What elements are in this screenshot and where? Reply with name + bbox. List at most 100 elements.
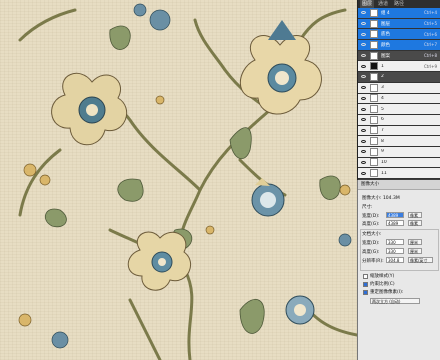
layer-row[interactable]: 3 [358, 82, 440, 94]
pixel-height-field[interactable]: 4389 [386, 220, 404, 226]
visibility-eye-icon[interactable] [360, 95, 367, 102]
layer-name[interactable]: 3 [381, 85, 437, 90]
layer-name[interactable]: 10 [381, 160, 437, 165]
layer-thumbnail [370, 72, 378, 81]
layer-row[interactable]: 1 Ctrl+9 [358, 61, 440, 73]
layer-shortcut: Ctrl+8 [423, 53, 437, 59]
layer-thumbnail [370, 147, 378, 156]
pixel-height-unit-select[interactable]: 像素 [408, 220, 422, 226]
layer-thumbnail [370, 30, 378, 39]
doc-height-field[interactable]: 330 [386, 248, 404, 254]
layer-name[interactable]: 9 [381, 149, 437, 154]
layer-row[interactable]: 11 [358, 168, 440, 179]
tab-paths[interactable]: 路径 [392, 0, 406, 8]
constrain-proportions-checkbox[interactable] [363, 282, 368, 287]
layer-row[interactable]: 10 [358, 157, 440, 169]
layer-row[interactable]: 图层 Ctrl+5 [358, 18, 440, 30]
layer-name[interactable]: 6 [381, 117, 437, 122]
resolution-unit-select[interactable]: 像素/英寸 [408, 257, 433, 263]
resample-method-select[interactable]: 两次立方 (自动) [370, 298, 420, 304]
layer-name[interactable]: 5 [381, 107, 437, 112]
layers-panel-tabs: 图层 通道 路径 [358, 0, 440, 8]
layer-row[interactable]: 7 [358, 125, 440, 137]
layer-row[interactable]: 5 [358, 104, 440, 115]
layer-thumbnail [370, 51, 378, 60]
layer-row[interactable]: 9 [358, 146, 440, 158]
visibility-eye-icon[interactable] [360, 127, 367, 134]
layer-row[interactable]: 图案 Ctrl+8 [358, 50, 440, 62]
layer-row[interactable]: 组 4 Ctrl+4 [358, 8, 440, 19]
pixel-width-unit-select[interactable]: 像素 [408, 212, 422, 218]
visibility-eye-icon[interactable] [360, 31, 367, 38]
layer-row[interactable]: 6 [358, 114, 440, 126]
layer-thumbnail [370, 94, 378, 103]
layer-thumbnail [370, 19, 378, 28]
layer-name[interactable]: 11 [381, 171, 437, 176]
layer-row[interactable]: 底色 Ctrl+6 [358, 29, 440, 41]
visibility-eye-icon[interactable] [360, 9, 367, 16]
layer-row[interactable]: 2 [358, 72, 440, 83]
layer-thumbnail [370, 158, 378, 167]
layer-row[interactable]: 颜色 Ctrl+7 [358, 40, 440, 51]
layer-name[interactable]: 7 [381, 128, 437, 133]
layers-panel: 图层 通道 路径 组 4 Ctrl+4 图层 Ctrl+5 底色 Ctrl+6 颜色 Ctrl… [357, 0, 440, 180]
visibility-eye-icon[interactable] [360, 20, 367, 27]
resolution-field[interactable]: 304.8 [386, 257, 404, 263]
layer-shortcut: Ctrl+4 [423, 10, 437, 16]
layer-row[interactable]: 4 [358, 93, 440, 105]
layer-thumbnail [370, 126, 378, 135]
pixel-width-label: 宽度(D): [362, 214, 380, 219]
resolution-label: 分辨率(R): [362, 259, 384, 264]
visibility-eye-icon[interactable] [360, 84, 367, 91]
layer-thumbnail [370, 169, 378, 178]
layer-thumbnail [370, 83, 378, 92]
visibility-eye-icon[interactable] [360, 138, 367, 145]
layer-name[interactable]: 2 [381, 74, 437, 79]
visibility-eye-icon[interactable] [360, 63, 367, 70]
resample-label: 重定图像像素(I): [370, 290, 404, 295]
layer-list: 组 4 Ctrl+4 图层 Ctrl+5 底色 Ctrl+6 颜色 Ctrl+7 图案 Ctrl+… [358, 8, 440, 179]
pixel-width-field[interactable]: 4389 [386, 212, 404, 218]
doc-width-field[interactable]: 330 [386, 239, 404, 245]
layer-thumbnail [370, 137, 378, 146]
doc-height-unit-select[interactable]: 厘米 [408, 248, 422, 254]
layer-name[interactable]: 图层 [381, 21, 424, 27]
document-canvas[interactable] [0, 0, 357, 360]
visibility-eye-icon[interactable] [360, 52, 367, 59]
doc-height-label: 高度(G): [362, 250, 380, 255]
scale-styles-checkbox[interactable] [363, 274, 368, 279]
image-size-readout: 图像大小: 104.3M [362, 196, 400, 201]
layer-name[interactable]: 4 [381, 96, 437, 101]
layer-name[interactable]: 颜色 [381, 42, 424, 48]
constrain-proportions-label: 约束比例(C) [370, 282, 395, 287]
layer-name[interactable]: 1 [381, 64, 424, 69]
doc-width-label: 宽度(D): [362, 241, 380, 246]
doc-width-unit-select[interactable]: 厘米 [408, 239, 422, 245]
pixel-height-label: 高度(G): [362, 222, 380, 227]
layer-thumbnail [370, 8, 378, 17]
tab-layers[interactable]: 图层 [360, 0, 375, 8]
visibility-eye-icon[interactable] [360, 170, 367, 177]
document-size-label: 文档大小: [362, 232, 382, 237]
layer-row[interactable]: 8 [358, 136, 440, 147]
visibility-eye-icon[interactable] [360, 73, 367, 80]
layer-thumbnail [370, 62, 378, 71]
dialog-title: 图像大小 [358, 180, 440, 190]
layer-name[interactable]: 组 4 [381, 10, 424, 16]
dimensions-label: 尺寸: [362, 205, 373, 210]
floral-artwork [18, 3, 357, 360]
visibility-eye-icon[interactable] [360, 106, 367, 113]
layer-name[interactable]: 8 [381, 139, 437, 144]
layer-shortcut: Ctrl+9 [423, 63, 437, 69]
visibility-eye-icon[interactable] [360, 41, 367, 48]
layer-name[interactable]: 图案 [381, 53, 424, 59]
tab-channels[interactable]: 通道 [376, 0, 390, 8]
visibility-eye-icon[interactable] [360, 116, 367, 123]
visibility-eye-icon[interactable] [360, 148, 367, 155]
visibility-eye-icon[interactable] [360, 159, 367, 166]
layer-shortcut: Ctrl+6 [423, 31, 437, 37]
scale-styles-label: 缩放样式(Y) [370, 274, 395, 279]
layer-name[interactable]: 底色 [381, 31, 424, 37]
resample-checkbox[interactable] [363, 290, 368, 295]
layer-shortcut: Ctrl+5 [423, 21, 437, 27]
